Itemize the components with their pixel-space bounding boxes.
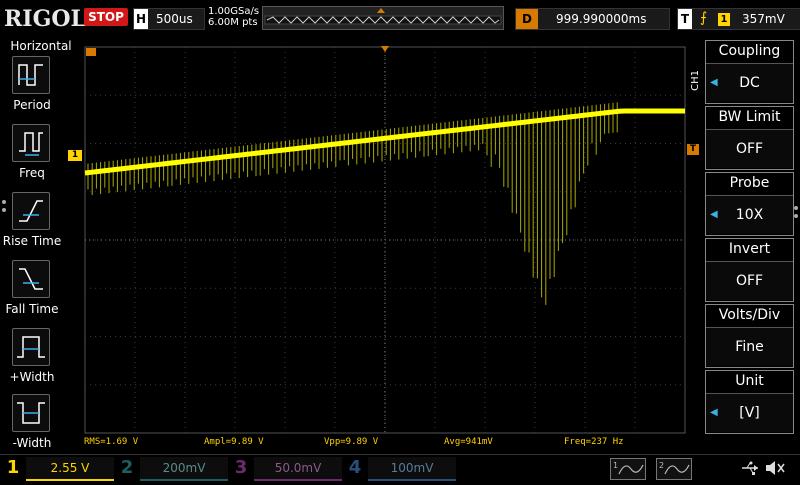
probe-arrow-icon: ◀ xyxy=(710,209,718,220)
top-status-bar: RIGOL STOP H 500us 1.00GSa/s 6.00M pts D… xyxy=(0,0,800,38)
unit-title: Unit xyxy=(735,373,764,389)
measure-average: Avg=941mV xyxy=(444,437,493,447)
fall-time-label: Fall Time xyxy=(5,302,59,316)
rise-time-icon xyxy=(12,192,50,230)
svg-text:1: 1 xyxy=(613,461,618,470)
horizontal-label: H xyxy=(134,9,148,29)
positive-width-icon xyxy=(12,328,50,366)
channel-3-number: 3 xyxy=(234,457,248,478)
horizontal-offset-marker xyxy=(86,48,96,56)
measure-category-title: Horizontal xyxy=(10,39,72,53)
sample-rate: 1.00GSa/s xyxy=(208,6,260,17)
timeline-waveform-icon xyxy=(264,8,502,25)
volts-div-value: Fine xyxy=(706,327,793,366)
measure-menu-panel: Horizontal Period Freq Rise Time Fall Ti… xyxy=(0,38,82,456)
invert-value: OFF xyxy=(706,261,793,300)
trigger-box[interactable]: T ⨍ 1 357mV xyxy=(677,8,800,30)
negative-width-label: -Width xyxy=(12,436,52,450)
measure-negative-width[interactable]: -Width xyxy=(0,394,82,461)
frequency-icon xyxy=(12,124,50,162)
ch1-offset-marker[interactable]: 1 xyxy=(68,150,82,161)
run-stop-status[interactable]: STOP xyxy=(84,8,128,26)
channel-4-number: 4 xyxy=(348,457,362,478)
waveform-grid xyxy=(84,46,686,434)
trigger-level: 357mV xyxy=(742,12,785,26)
svg-text:2: 2 xyxy=(659,461,664,470)
measure-amplitude: Ampl=9.89 V xyxy=(204,437,264,447)
invert-title: Invert xyxy=(728,241,771,257)
coupling-title: Coupling xyxy=(718,43,781,59)
rising-edge-icon: ⨍ xyxy=(700,10,708,26)
delay-value: 999.990000ms xyxy=(556,12,647,26)
memory-timeline-bar xyxy=(262,6,504,30)
trigger-label: T xyxy=(678,9,692,29)
volts-div-title: Volts/Div xyxy=(718,307,781,323)
channel-1-scale: 2.55 V xyxy=(26,457,114,481)
bw-limit-value: OFF xyxy=(706,129,793,168)
delay-offset-box[interactable]: D 999.990000ms xyxy=(515,8,670,30)
channel-1-status[interactable]: 1 2.55 V xyxy=(4,457,116,481)
unit-softkey[interactable]: Unit [V] ◀ xyxy=(705,370,794,434)
probe-softkey[interactable]: Probe 10X ◀ xyxy=(705,172,794,236)
period-label: Period xyxy=(13,98,51,112)
menu-page-dots-right-icon xyxy=(794,206,798,218)
delay-label: D xyxy=(516,9,538,29)
positive-width-label: +Width xyxy=(9,370,55,384)
fall-time-icon xyxy=(12,260,50,298)
measure-frequency-value: Freq=237 Hz xyxy=(564,437,624,447)
ref-waveform-icon[interactable]: 1 xyxy=(610,458,646,480)
menu-page-dots-icon xyxy=(2,200,6,212)
channel-2-status[interactable]: 2 200mV xyxy=(118,457,230,481)
probe-title: Probe xyxy=(729,175,770,191)
usb-icon xyxy=(740,459,760,477)
frequency-label: Freq xyxy=(19,166,45,180)
channel-3-scale: 50.0mV xyxy=(254,457,342,481)
rigol-logo: RIGOL xyxy=(4,6,86,32)
memory-depth: 6.00M pts xyxy=(208,17,258,28)
coupling-arrow-icon: ◀ xyxy=(710,77,718,88)
channel-3-status[interactable]: 3 50.0mV xyxy=(232,457,344,481)
channel-2-scale: 200mV xyxy=(140,457,228,481)
channel-2-number: 2 xyxy=(120,457,134,478)
timebase-value: 500us xyxy=(156,12,193,26)
negative-width-icon xyxy=(12,394,50,432)
measurement-results: RMS=1.69 V Ampl=9.89 V Vpp=9.89 V Avg=94… xyxy=(84,437,684,451)
bw-limit-title: BW Limit xyxy=(718,109,781,125)
trigger-source: 1 xyxy=(718,13,730,26)
waveform-display[interactable] xyxy=(84,46,686,434)
measure-rise-time[interactable]: Rise Time xyxy=(0,192,82,259)
coupling-value: DC xyxy=(706,63,793,102)
measure-period[interactable]: Period xyxy=(0,56,82,123)
acquisition-info: 1.00GSa/s 6.00M pts xyxy=(208,6,259,28)
horizontal-timebase-box[interactable]: H 500us xyxy=(133,8,205,30)
measure-fall-time[interactable]: Fall Time xyxy=(0,260,82,327)
rise-time-label: Rise Time xyxy=(2,234,62,248)
measure-rms: RMS=1.69 V xyxy=(84,437,139,447)
trigger-level-marker[interactable]: T xyxy=(687,144,699,155)
bw-limit-softkey[interactable]: BW Limit OFF xyxy=(705,106,794,170)
channel-4-scale: 100mV xyxy=(368,457,456,481)
volts-div-softkey[interactable]: Volts/Div Fine xyxy=(705,304,794,368)
channel-1-number: 1 xyxy=(6,457,20,478)
unit-value: [V] xyxy=(706,393,793,432)
unit-arrow-icon: ◀ xyxy=(710,407,718,418)
channel-4-status[interactable]: 4 100mV xyxy=(346,457,458,481)
measure-vpp: Vpp=9.89 V xyxy=(324,437,379,447)
math-waveform-icon[interactable]: 2 xyxy=(656,458,692,480)
measure-positive-width[interactable]: +Width xyxy=(0,328,82,395)
invert-softkey[interactable]: Invert OFF xyxy=(705,238,794,302)
probe-value: 10X xyxy=(706,195,793,234)
coupling-softkey[interactable]: Coupling DC ◀ xyxy=(705,40,794,104)
channel-status-bar: 1 2.55 V 2 200mV 3 50.0mV 4 100mV 1 2 xyxy=(0,454,800,481)
speaker-mute-icon[interactable] xyxy=(764,459,786,477)
channel-menu-panel: Coupling DC ◀ BW Limit OFF Probe 10X ◀ I… xyxy=(700,38,800,456)
period-icon xyxy=(12,56,50,94)
